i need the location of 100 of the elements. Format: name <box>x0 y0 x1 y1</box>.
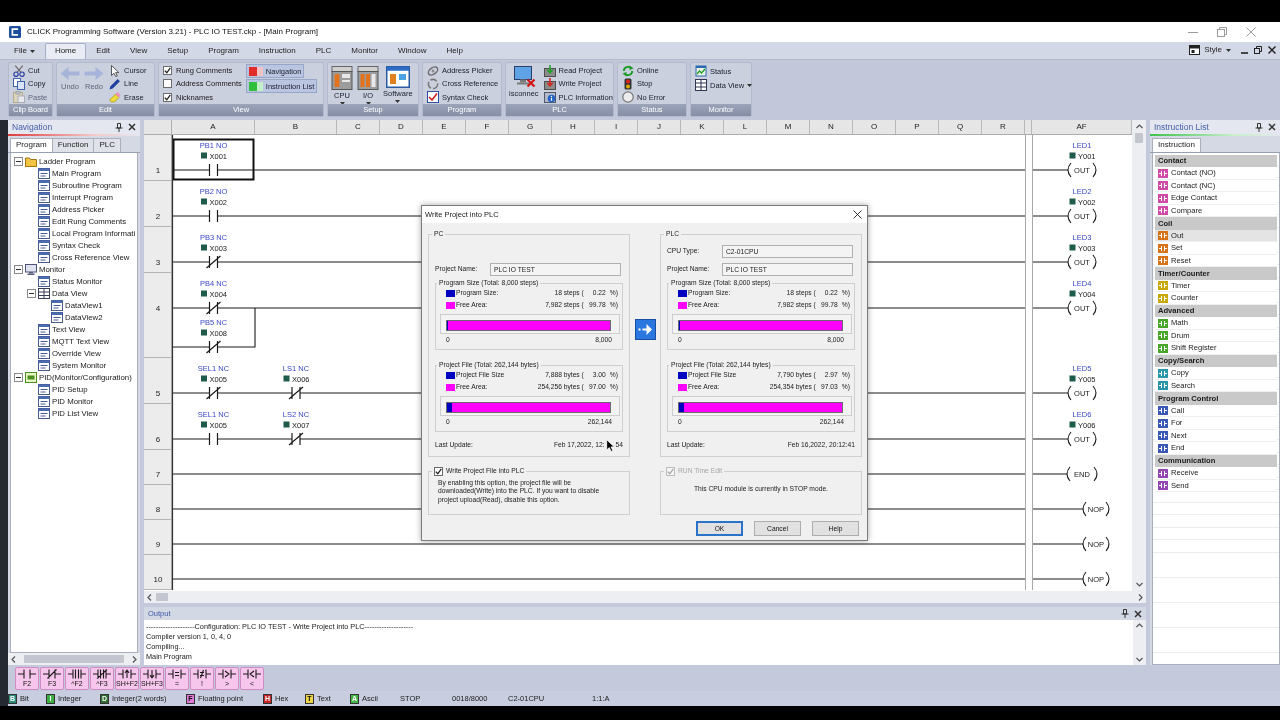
file-menu[interactable]: File <box>4 43 45 59</box>
vertical-scrollbar[interactable] <box>1132 120 1146 591</box>
menu-tab[interactable]: Instruction <box>248 43 306 59</box>
menu-tab[interactable]: Setup <box>157 43 199 59</box>
square-icon <box>1069 152 1076 159</box>
panel-tab[interactable]: PLC <box>93 138 121 152</box>
falling-edge-contact-icon <box>143 668 161 679</box>
info-icon <box>543 91 556 104</box>
nc-contact-symbol[interactable] <box>205 301 222 315</box>
rung-number: 9 <box>155 540 161 549</box>
menu-tab[interactable]: Edit <box>86 43 121 59</box>
greater-compare-icon <box>218 668 236 679</box>
chevron-right-icon[interactable] <box>132 655 137 663</box>
nc-contact-symbol[interactable] <box>205 340 222 354</box>
window-icon <box>385 66 410 88</box>
plc-module-icon <box>331 66 353 90</box>
square-icon <box>201 375 207 382</box>
window-title: CLICK Programming Software (Version 3.21) - PLC IO TEST.ckp - [Main Program] <box>27 27 319 37</box>
horizontal-scrollbar[interactable] <box>144 591 1146 603</box>
window-icon <box>38 348 50 360</box>
pin-icon[interactable] <box>1121 609 1129 618</box>
immediate-contact-icon <box>68 668 86 679</box>
rung-wire <box>1032 307 1069 309</box>
caret-icon <box>1226 48 1231 52</box>
rising-edge-contact-icon <box>118 668 136 679</box>
window-icon <box>38 252 50 264</box>
menu-tab[interactable]: View <box>120 43 158 59</box>
horizontal-scrollbar[interactable] <box>8 653 140 665</box>
chevron-up-icon[interactable] <box>1135 124 1143 129</box>
menu-tab[interactable]: Home <box>44 43 87 59</box>
folder-icon <box>25 156 37 168</box>
menu-tab[interactable]: Monitor <box>341 43 388 59</box>
square-icon <box>201 244 207 251</box>
clipboard-icon <box>13 91 25 104</box>
nc-contact-symbol[interactable] <box>205 386 222 400</box>
rung-wire <box>1032 438 1069 440</box>
close-icon[interactable] <box>1268 46 1276 54</box>
panel-tab[interactable]: Instruction <box>1152 138 1201 152</box>
column-header: E <box>423 120 466 134</box>
chevron-right-icon[interactable] <box>1138 593 1143 601</box>
close-icon[interactable] <box>1268 123 1276 131</box>
close-icon[interactable] <box>853 210 862 219</box>
chevron-left-icon[interactable] <box>147 593 152 601</box>
minus-box-icon[interactable] <box>14 157 23 167</box>
column-header: B <box>255 120 337 134</box>
scroll-thumb[interactable] <box>156 593 168 601</box>
pin-icon[interactable] <box>1255 122 1263 132</box>
rung-wire <box>1032 578 1084 580</box>
rung-wire <box>1032 508 1084 510</box>
close-icon[interactable] <box>128 123 136 131</box>
chevron-left-icon[interactable] <box>11 655 16 663</box>
close-icon[interactable] <box>1134 609 1142 618</box>
no-contact-symbol[interactable] <box>208 432 219 446</box>
no-contact-symbol[interactable] <box>208 163 219 177</box>
scroll-thumb[interactable] <box>1135 133 1143 143</box>
column-header: H <box>552 120 595 134</box>
nc-contact-symbol[interactable] <box>288 386 304 400</box>
checkbox[interactable] <box>163 66 172 76</box>
scroll-thumb[interactable] <box>24 655 124 663</box>
indicator-icon <box>248 66 263 76</box>
square-icon <box>201 421 207 428</box>
circular-arrows-icon <box>622 64 634 77</box>
column-header: Q <box>939 120 982 134</box>
panel-tab[interactable]: Function <box>51 138 95 152</box>
indicator-icon <box>248 81 263 91</box>
nc-contact-icon <box>43 668 61 679</box>
rung-number: 2 <box>155 212 161 221</box>
chevron-up-icon[interactable] <box>1136 623 1143 628</box>
pin-icon[interactable] <box>115 122 123 132</box>
style-menu[interactable]: Style <box>1189 45 1231 55</box>
nc-contact-symbol[interactable] <box>288 432 304 446</box>
column-header: O <box>853 120 896 134</box>
vertical-scrollbar[interactable] <box>1133 620 1146 665</box>
nc-contact-symbol[interactable] <box>205 255 222 269</box>
window-icon <box>38 408 50 420</box>
menu-tab[interactable]: Window <box>388 43 437 59</box>
no-contact-symbol[interactable] <box>208 209 219 223</box>
window-icon <box>38 360 50 372</box>
chevron-down-icon[interactable] <box>1135 582 1143 587</box>
minus-box-icon[interactable] <box>27 289 36 299</box>
device-arrow-icon <box>543 78 556 90</box>
chevron-down-icon[interactable] <box>1136 657 1143 662</box>
checkbox[interactable] <box>163 92 172 102</box>
column-header: C <box>337 120 380 134</box>
tile-icon <box>25 372 37 384</box>
menu-tab[interactable]: PLC <box>305 43 342 59</box>
restore-icon[interactable] <box>1254 46 1262 54</box>
minus-box-icon[interactable] <box>14 373 23 383</box>
checklist-icon <box>427 91 439 104</box>
window-icon <box>38 180 50 192</box>
square-icon <box>201 152 207 159</box>
checkbox[interactable] <box>163 79 172 89</box>
window-icon <box>38 240 50 252</box>
menu-tab[interactable]: Help <box>436 43 473 59</box>
device-arrow-icon <box>543 64 556 77</box>
checkbox[interactable] <box>434 467 443 476</box>
panel-tab[interactable]: Program <box>10 138 53 152</box>
column-header: N <box>810 120 853 134</box>
minus-box-icon[interactable] <box>14 265 23 275</box>
menu-tab[interactable]: Program <box>198 43 249 59</box>
